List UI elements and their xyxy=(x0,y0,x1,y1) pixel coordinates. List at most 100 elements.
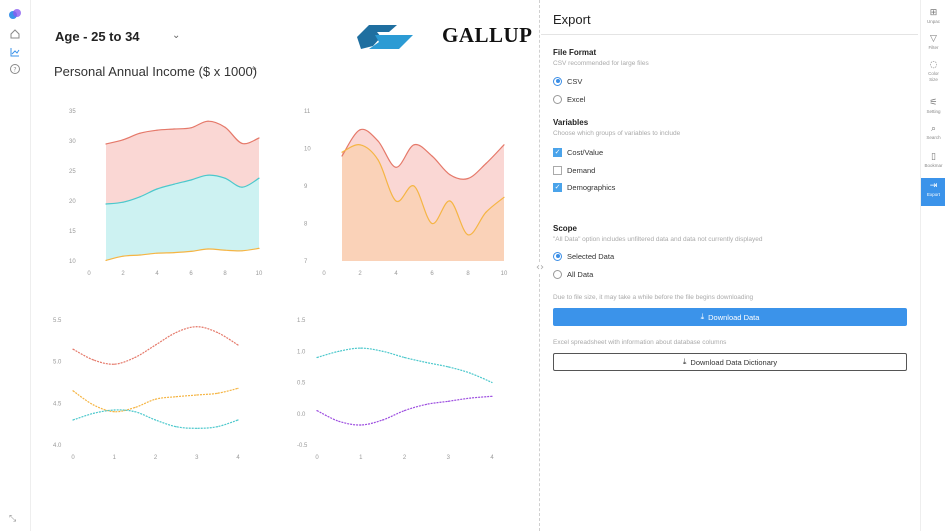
checkbox-checked-icon[interactable]: ✓ xyxy=(553,182,562,192)
y-tick-label: 11 xyxy=(304,109,311,115)
radio-unselected-icon[interactable] xyxy=(553,94,562,104)
toolbar-export[interactable]: ⇥ Export xyxy=(921,178,945,206)
data-point xyxy=(122,255,124,257)
data-point xyxy=(72,348,74,350)
download-data-button[interactable]: ⤓ Download Data xyxy=(553,308,907,326)
x-tick-label: 3 xyxy=(447,455,451,461)
toolbar-label: Filter xyxy=(928,45,939,50)
search-icon: ⌕ xyxy=(930,124,937,134)
data-point xyxy=(241,142,243,144)
data-point xyxy=(154,398,157,400)
download-data-dictionary-button[interactable]: ⤓ Download Data Dictionary xyxy=(553,353,907,371)
y-tick-label: 35 xyxy=(69,109,76,115)
data-point xyxy=(258,177,260,179)
data-point xyxy=(413,144,415,146)
data-point xyxy=(216,392,218,394)
scope-option-selected-data[interactable]: Selected Data xyxy=(553,250,614,262)
data-point xyxy=(207,120,209,122)
data-point xyxy=(72,390,74,392)
data-point xyxy=(447,366,449,368)
y-tick-label: 1.0 xyxy=(297,349,306,355)
y-tick-label: 0.0 xyxy=(297,412,306,418)
y-tick-label: 8 xyxy=(304,222,308,228)
toolbar-bookmark[interactable]: ▯ Bookmar xyxy=(921,152,945,178)
format-option-csv[interactable]: CSV xyxy=(553,75,582,87)
chart-icon[interactable] xyxy=(7,44,23,60)
x-tick-label: 10 xyxy=(501,271,508,277)
checkbox-checked-icon[interactable]: ✓ xyxy=(553,147,562,157)
data-point xyxy=(190,127,192,129)
option-label: CSV xyxy=(567,76,583,86)
radio-selected-icon[interactable] xyxy=(553,76,562,86)
data-point xyxy=(431,222,433,225)
metric-label: Personal Annual Income ($ x 1000) xyxy=(54,63,258,79)
variable-option-demand[interactable]: Demand xyxy=(553,164,595,176)
x-tick-label: 3 xyxy=(195,455,199,461)
file-format-subtitle: CSV recommended for large files xyxy=(553,60,649,67)
radio-selected-icon[interactable] xyxy=(553,251,562,261)
data-point xyxy=(134,406,136,409)
chevron-down-icon[interactable]: ⌄ xyxy=(172,30,180,41)
y-tick-label: 20 xyxy=(69,199,76,205)
data-point xyxy=(93,359,95,361)
data-point xyxy=(403,410,406,412)
app-logo-icon[interactable] xyxy=(7,6,23,22)
data-point xyxy=(382,350,384,352)
data-point xyxy=(382,419,384,421)
download-dictionary-label: Download Data Dictionary xyxy=(690,357,778,367)
y-tick-label: 30 xyxy=(69,139,76,145)
collapse-icon[interactable]: ⤡ xyxy=(9,514,16,524)
data-point xyxy=(216,426,218,428)
package-icon: ⊞ xyxy=(929,8,938,18)
data-point xyxy=(413,185,415,187)
option-label: Selected Data xyxy=(567,251,615,261)
chart-1: 0 2 4 6 8 10 10 15 20 25 30 35 xyxy=(69,109,263,277)
scope-option-all-data[interactable]: All Data xyxy=(553,268,593,280)
toolbar-settings[interactable]: ⚟ Setting xyxy=(921,98,945,124)
toolbar-filter[interactable]: ▽ Filter xyxy=(921,34,945,60)
data-point xyxy=(190,250,192,252)
data-point xyxy=(72,419,74,421)
data-point xyxy=(491,381,493,384)
data-point xyxy=(190,179,192,181)
chevron-down-icon[interactable]: ⌄ xyxy=(250,62,258,73)
data-point xyxy=(237,387,239,389)
x-tick-label: 10 xyxy=(256,271,263,277)
dictionary-note: Excel spreadsheet with information about… xyxy=(553,339,727,346)
data-point xyxy=(341,155,343,157)
home-icon[interactable] xyxy=(7,26,23,42)
data-point xyxy=(469,372,471,374)
x-tick-label: 0 xyxy=(315,455,319,461)
charts-area: 0 2 4 6 8 101015202530350 2 4 6 8 1078910110 1 2 3 44.… xyxy=(53,109,508,461)
x-tick-label: 4 xyxy=(236,455,240,461)
download-icon: ⤓ xyxy=(700,312,705,321)
x-tick-label: 1 xyxy=(113,455,117,461)
resize-handle-icon[interactable]: ‹› xyxy=(533,262,547,274)
x-tick-label: 4 xyxy=(155,271,159,277)
toolbar-search[interactable]: ⌕ Search xyxy=(921,124,945,150)
data-point xyxy=(216,331,218,334)
variable-option-cost-value[interactable]: ✓ Cost/Value xyxy=(553,146,603,158)
radio-unselected-icon[interactable] xyxy=(553,269,562,279)
metric-select[interactable]: Personal Annual Income ($ x 1000) xyxy=(54,61,274,81)
data-point xyxy=(469,397,471,399)
data-point xyxy=(175,396,177,398)
option-label: Demand xyxy=(567,165,596,175)
data-point xyxy=(237,419,239,421)
data-point xyxy=(258,137,260,139)
format-option-excel[interactable]: Excel xyxy=(553,93,585,105)
toolbar-color-size[interactable]: ◌ Color Size xyxy=(921,60,945,92)
x-tick-label: 8 xyxy=(223,271,227,277)
age-group-label: Age - 25 to 34 xyxy=(55,28,140,44)
toolbar-unpack[interactable]: ⊞ Unpac xyxy=(921,8,945,34)
help-icon[interactable]: ? xyxy=(7,61,23,77)
x-tick-label: 6 xyxy=(430,271,434,277)
palette-icon: ◌ xyxy=(929,60,938,70)
checkbox-unchecked-icon[interactable] xyxy=(553,165,562,175)
variable-option-demographics[interactable]: ✓ Demographics xyxy=(553,181,615,193)
file-format-title: File Format xyxy=(553,48,597,57)
y-tick-label: 15 xyxy=(69,229,76,235)
x-tick-label: 2 xyxy=(403,455,407,461)
data-point xyxy=(467,234,469,236)
data-point xyxy=(316,410,318,412)
